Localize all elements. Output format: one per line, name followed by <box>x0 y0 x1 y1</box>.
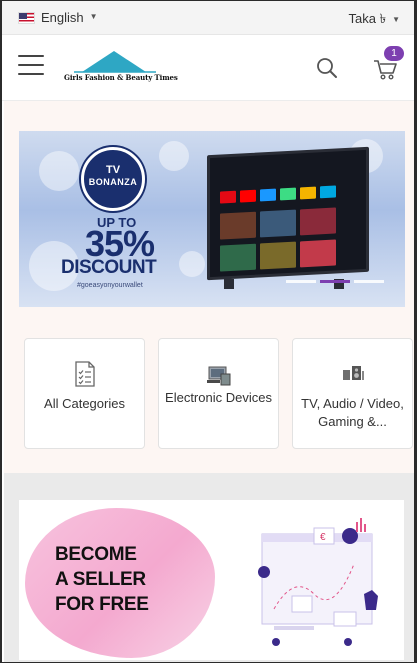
become-seller-banner[interactable]: BECOME A SELLER FOR FREE € <box>19 500 404 660</box>
seller-headline: BECOME A SELLER FOR FREE <box>55 544 149 615</box>
currency-label: Taka ৳ <box>348 11 387 26</box>
language-selector[interactable]: English ▼ <box>18 10 98 25</box>
caret-down-icon: ▼ <box>392 15 400 24</box>
tv-image <box>207 146 369 281</box>
cart-count-badge: 1 <box>384 46 404 61</box>
banner-hashtag: #goeasyonyourwallet <box>77 282 143 289</box>
carousel-dot-active[interactable] <box>320 280 350 283</box>
caret-down-icon: ▼ <box>89 12 98 21</box>
logo-text: Girls Fashion & Beauty Times <box>64 73 178 82</box>
category-card-electronic-devices[interactable]: Electronic Devices <box>158 338 279 449</box>
electronics-icon <box>206 366 230 386</box>
svg-text:€: € <box>320 532 326 543</box>
tv-bonanza-badge: TV BONANZA <box>81 147 145 211</box>
category-label: All Categories <box>44 396 125 411</box>
category-card-tv-audio[interactable]: TV, Audio / Video, Gaming &... <box>292 338 413 449</box>
logo-triangle-icon <box>74 51 156 73</box>
category-row: All Categories Electronic Devices TV, Au… <box>24 338 414 449</box>
currency-selector[interactable]: Taka ৳ ▼ <box>349 10 400 31</box>
promo-banner[interactable]: TV BONANZA UP TO 35% DISCOUNT #goeasyony… <box>19 131 405 307</box>
tv-stand <box>224 279 234 289</box>
search-icon <box>317 58 337 78</box>
hamburger-menu-button[interactable] <box>18 55 44 75</box>
category-label: TV, Audio / Video, Gaming &... <box>301 396 404 429</box>
carousel-indicators <box>286 280 384 283</box>
tv-audio-icon <box>342 366 364 380</box>
checklist-icon <box>74 361 95 387</box>
site-header: Girls Fashion & Beauty Times 1 <box>2 35 414 101</box>
carousel-dot[interactable] <box>286 280 316 283</box>
language-label: English <box>41 10 84 25</box>
carousel-dot[interactable] <box>354 280 384 283</box>
top-bar: English ▼ Taka ৳ ▼ <box>2 1 414 35</box>
site-logo[interactable]: Girls Fashion & Beauty Times <box>64 49 178 85</box>
home-main: TV BONANZA UP TO 35% DISCOUNT #goeasyony… <box>4 101 414 473</box>
search-button[interactable] <box>316 57 338 79</box>
app-frame: English ▼ Taka ৳ ▼ Girls Fashion & Beaut… <box>0 0 417 663</box>
category-label: Electronic Devices <box>165 390 272 405</box>
category-card-all[interactable]: All Categories <box>24 338 145 449</box>
us-flag-icon <box>18 11 35 24</box>
seller-section: BECOME A SELLER FOR FREE € <box>4 473 414 662</box>
seller-illustration: € <box>258 518 378 646</box>
banner-discount: DISCOUNT <box>61 257 157 278</box>
